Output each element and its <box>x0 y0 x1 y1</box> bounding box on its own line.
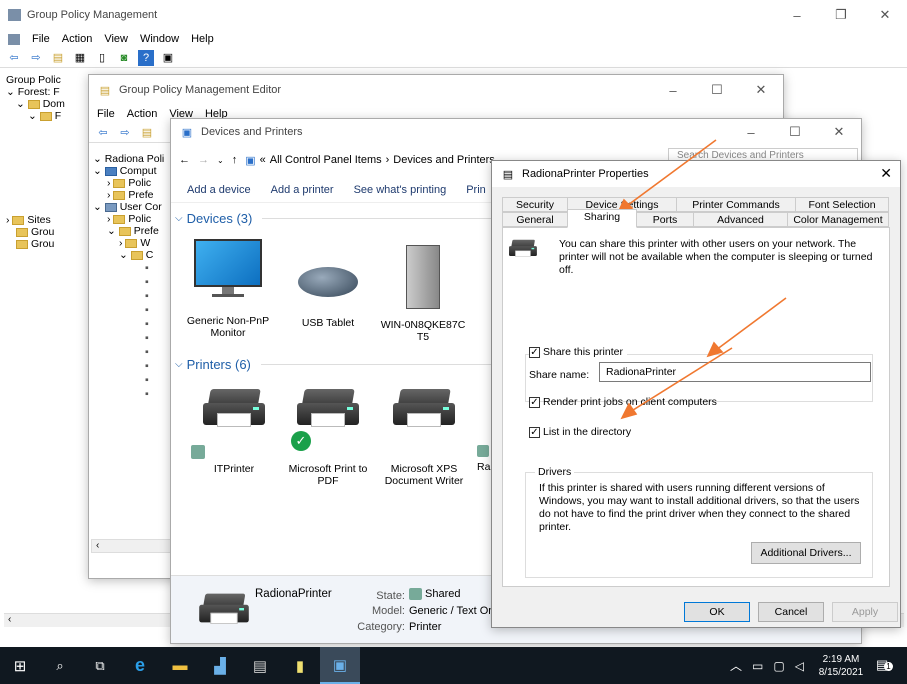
arrow-to-sharing-tab <box>623 139 717 209</box>
clock-time: 2:19 AM <box>822 654 860 665</box>
group-policy-icon[interactable]: ▤ <box>240 647 280 684</box>
volume-muted-icon[interactable]: ◁ <box>795 659 804 673</box>
devices-printers-taskbar-icon[interactable]: ▣ <box>320 647 360 684</box>
arrow-to-list-directory <box>629 347 733 413</box>
search-icon[interactable]: ⌕ <box>40 647 80 684</box>
network-icon[interactable]: ▭ <box>752 659 763 673</box>
server-manager-icon[interactable]: ▟ <box>200 647 240 684</box>
notification-count: 1 <box>884 662 893 671</box>
arrow-head <box>706 341 724 358</box>
display-icon[interactable]: ▢ <box>773 659 784 673</box>
internet-explorer-icon[interactable]: e <box>120 647 160 684</box>
arrow-to-share-name <box>715 297 787 351</box>
notifications-icon[interactable]: ▤1 <box>876 657 893 673</box>
tab-sharing[interactable]: Sharing <box>567 209 637 228</box>
clock-date: 8/15/2021 <box>818 667 864 678</box>
annotation-arrows <box>616 139 787 420</box>
task-view-icon[interactable]: ⧉ <box>80 647 120 684</box>
taskbar: ⊞ ⌕ ⧉ e ▬ ▟ ▤ ▮ ▣ ︿ ▭ ▢ ◁ 2:19 AM 8/15/2… <box>0 647 907 684</box>
clock[interactable]: 2:19 AM 8/15/2021 <box>816 653 866 679</box>
arrow-head <box>620 402 638 420</box>
start-button[interactable]: ⊞ <box>0 647 40 684</box>
show-hidden-icons-icon[interactable]: ︿ <box>730 657 742 674</box>
file-explorer-icon[interactable]: ▬ <box>160 647 200 684</box>
system-tray: ︿ ▭ ▢ ◁ <box>730 647 804 684</box>
notepad-icon[interactable]: ▮ <box>280 647 320 684</box>
